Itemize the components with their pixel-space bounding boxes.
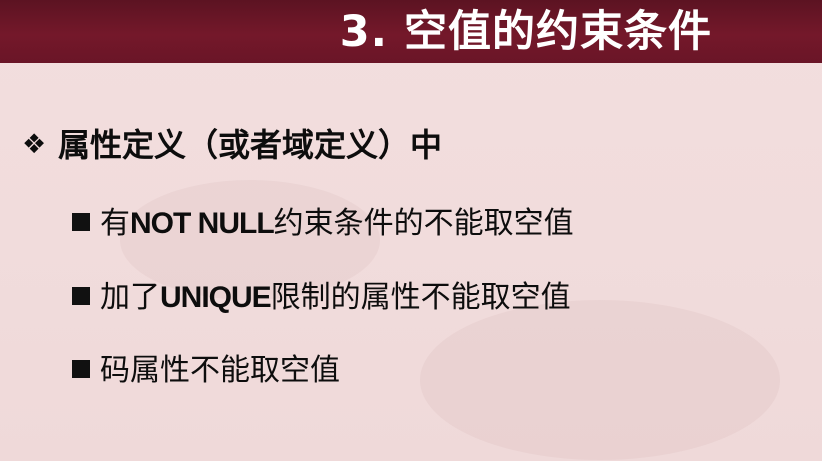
- main-bullet-text: 属性定义（或者域定义）中: [58, 126, 443, 164]
- slide-title: 3. 空值的约束条件: [339, 7, 712, 57]
- sub-bullet-text-post: 约束条件的不能取空值: [273, 206, 574, 241]
- title-bar: 3. 空值的约束条件: [0, 0, 822, 63]
- main-bullet-point: ❖ 属性定义（或者域定义）中: [22, 122, 442, 168]
- slide: 3. 空值的约束条件 ❖ 属性定义（或者域定义）中 有NOT NULL约束条件的不…: [0, 0, 822, 461]
- sub-bullet-text-pre: 有: [100, 206, 130, 241]
- sub-bullet-point: 码属性不能取空值: [72, 350, 340, 392]
- square-bullet-icon: [72, 212, 90, 231]
- sub-bullet-keyword: NOT NULL: [130, 207, 275, 240]
- square-bullet-icon: [72, 359, 90, 378]
- sub-bullet-text-pre: 码属性不能取空值: [100, 353, 340, 388]
- sub-bullet-text-post: 限制的属性不能取空值: [270, 280, 571, 315]
- sub-bullet-point: 加了UNIQUE限制的属性不能取空值: [72, 277, 571, 319]
- background-decoration: [420, 300, 780, 460]
- diamond-bullet-icon: ❖: [22, 129, 47, 160]
- square-bullet-icon: [72, 286, 90, 305]
- sub-bullet-text-pre: 加了: [100, 280, 160, 315]
- sub-bullet-keyword: UNIQUE: [160, 281, 272, 314]
- sub-bullet-point: 有NOT NULL约束条件的不能取空值: [72, 203, 574, 245]
